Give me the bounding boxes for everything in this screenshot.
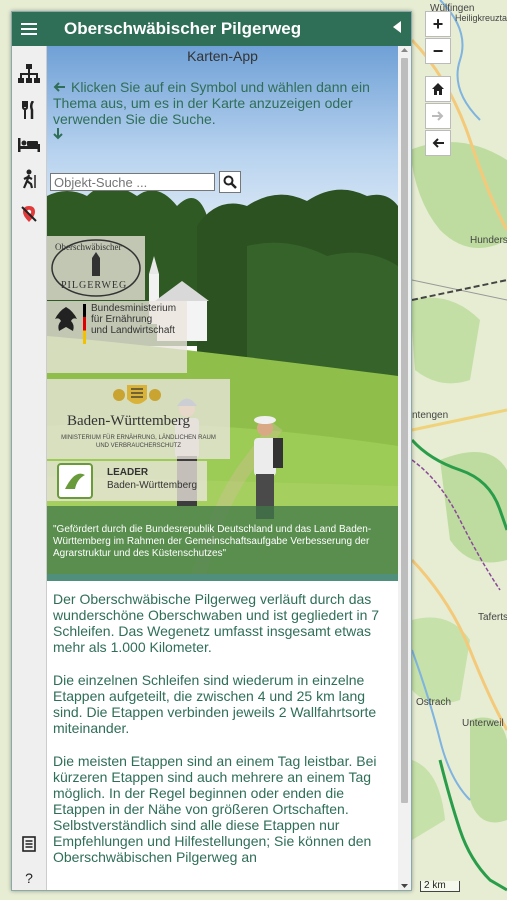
app-subtitle: Karten-App bbox=[187, 48, 258, 64]
map-label-ostrach: Ostrach bbox=[416, 697, 452, 708]
back-button[interactable] bbox=[425, 130, 451, 156]
bmel-line2: für Ernährung bbox=[91, 314, 153, 325]
intro-text: Klicken Sie auf ein Symbol und wählen da… bbox=[53, 79, 397, 127]
sitemap-icon bbox=[18, 64, 40, 83]
map-label-unterweiler: Unterweil bbox=[462, 718, 504, 729]
leader-emblem-icon bbox=[57, 463, 93, 499]
sidebar-item-sitemap[interactable] bbox=[12, 58, 46, 90]
federal-eagle-icon bbox=[55, 307, 77, 331]
sidebar-item-restaurant[interactable] bbox=[12, 94, 46, 126]
arrow-left-icon bbox=[53, 82, 65, 92]
leader-line2: Baden-Württemberg bbox=[107, 480, 198, 491]
scroll-thumb[interactable] bbox=[401, 58, 408, 803]
home-button[interactable] bbox=[425, 76, 451, 102]
search-button[interactable] bbox=[219, 171, 241, 193]
description-paragraph-1: Der Oberschwäbische Pilgerweg verläuft d… bbox=[53, 591, 380, 655]
restaurant-icon bbox=[22, 101, 35, 119]
sidebar-item-document[interactable] bbox=[12, 828, 46, 860]
map-scale: 2 km bbox=[420, 881, 460, 892]
zoom-out-button[interactable]: − bbox=[425, 38, 451, 64]
help-icon[interactable]: ? bbox=[12, 862, 46, 890]
hero-divider bbox=[47, 574, 398, 581]
funding-notice: "Gefördert durch die Bundesrepublik Deut… bbox=[47, 506, 398, 576]
menu-button[interactable] bbox=[12, 12, 46, 46]
description-paragraph-2: Die einzelnen Schleifen sind wiederum in… bbox=[53, 672, 377, 736]
forward-button[interactable] bbox=[425, 103, 451, 129]
map-marker-off-icon bbox=[21, 206, 37, 222]
arrow-left-icon bbox=[432, 138, 444, 148]
map-label-heiligkreuztal: Heiligkreuztal bbox=[455, 13, 507, 23]
sidebar: ? bbox=[12, 46, 47, 890]
bmel-line3: und Landwirtschaft bbox=[91, 325, 175, 336]
bed-icon bbox=[18, 138, 40, 152]
home-icon bbox=[432, 83, 444, 95]
flag-stripe bbox=[83, 304, 86, 344]
pilgerweg-logo-top: Oberschwäbischer bbox=[55, 242, 122, 252]
bmel-logo: Bundesministerium für Ernährung und Land… bbox=[47, 301, 187, 373]
baden-wuerttemberg-logo: Baden-Württemberg MINISTERIUM FÜR ERNÄHR… bbox=[47, 379, 230, 459]
content-scrollbar[interactable] bbox=[398, 46, 411, 890]
intro-label: Klicken Sie auf ein Symbol und wählen da… bbox=[53, 79, 370, 127]
info-panel: Oberschwäbischer Pilgerweg ? Karten-App … bbox=[11, 11, 412, 891]
leader-logo: LEADER Baden-Württemberg bbox=[47, 461, 207, 501]
sidebar-item-hide-markers[interactable] bbox=[12, 198, 46, 230]
app-title: Oberschwäbischer Pilgerweg bbox=[64, 19, 302, 38]
description: Der Oberschwäbische Pilgerweg verläuft d… bbox=[53, 591, 393, 882]
hamburger-menu-icon bbox=[21, 23, 37, 35]
bw-subtitle-2: UND VERBRAUCHERSCHUTZ bbox=[95, 443, 181, 449]
panel-content: Karten-App Klicken Sie auf ein Symbol un… bbox=[47, 46, 398, 890]
bmel-text: Bundesministerium für Ernährung und Land… bbox=[91, 303, 176, 336]
description-paragraph-3: Die meisten Etappen sind an einem Tag le… bbox=[53, 753, 377, 865]
map-label-tafertsweiler: Taferts bbox=[478, 612, 507, 623]
leader-line1: LEADER bbox=[107, 467, 149, 478]
document-icon bbox=[22, 836, 36, 852]
bw-subtitle-1: MINISTERIUM FÜR ERNÄHRUNG, LÄNDLICHEN RA… bbox=[61, 435, 216, 441]
sidebar-item-accommodation[interactable] bbox=[12, 128, 46, 160]
arrow-right-icon bbox=[432, 111, 444, 121]
state-coat-of-arms-icon bbox=[113, 385, 161, 404]
sidebar-item-hiking[interactable] bbox=[12, 163, 46, 195]
hiking-icon bbox=[22, 169, 36, 189]
pilgerweg-logo: Oberschwäbischer PILGERWEG bbox=[47, 236, 145, 300]
bmel-line1: Bundesministerium bbox=[91, 303, 177, 314]
bw-title: Baden-Württemberg bbox=[67, 413, 191, 429]
pilgerweg-logo-bottom: PILGERWEG bbox=[61, 280, 128, 291]
object-search-input[interactable] bbox=[50, 173, 215, 191]
collapse-panel-button[interactable] bbox=[393, 21, 401, 36]
search-icon bbox=[223, 175, 237, 189]
map-label-hundersingen: Hundersing bbox=[470, 235, 507, 246]
scroll-down-icon[interactable] bbox=[398, 882, 411, 890]
zoom-in-button[interactable]: + bbox=[425, 11, 451, 37]
bw-subtitle: MINISTERIUM FÜR ERNÄHRUNG, LÄNDLICHEN RA… bbox=[47, 434, 230, 450]
arrow-down-icon bbox=[53, 128, 63, 143]
panel-header: Oberschwäbischer Pilgerweg bbox=[12, 12, 411, 46]
hero-section: Karten-App Klicken Sie auf ein Symbol un… bbox=[47, 46, 398, 581]
map-label-ertingen: ntengen bbox=[412, 410, 449, 421]
scroll-up-icon[interactable] bbox=[398, 46, 411, 54]
triangle-left-icon bbox=[393, 21, 401, 33]
